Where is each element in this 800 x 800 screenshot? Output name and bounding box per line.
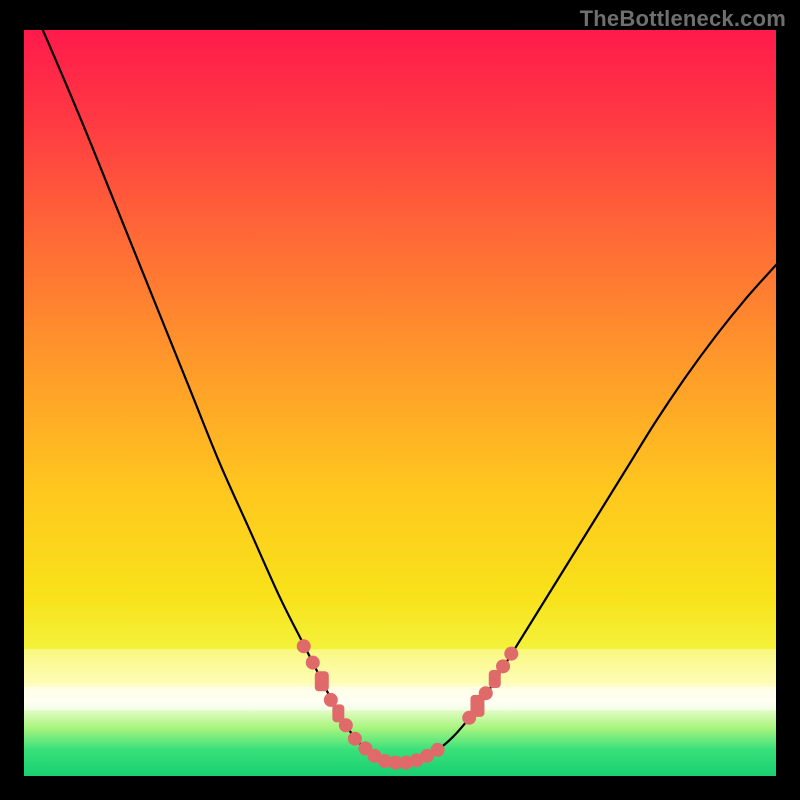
chart-container: TheBottleneck.com bbox=[0, 0, 800, 800]
attribution-text: TheBottleneck.com bbox=[580, 6, 786, 32]
bottleneck-curve-chart bbox=[24, 30, 776, 776]
plot-area bbox=[24, 30, 776, 776]
highlight-bands bbox=[24, 649, 776, 710]
